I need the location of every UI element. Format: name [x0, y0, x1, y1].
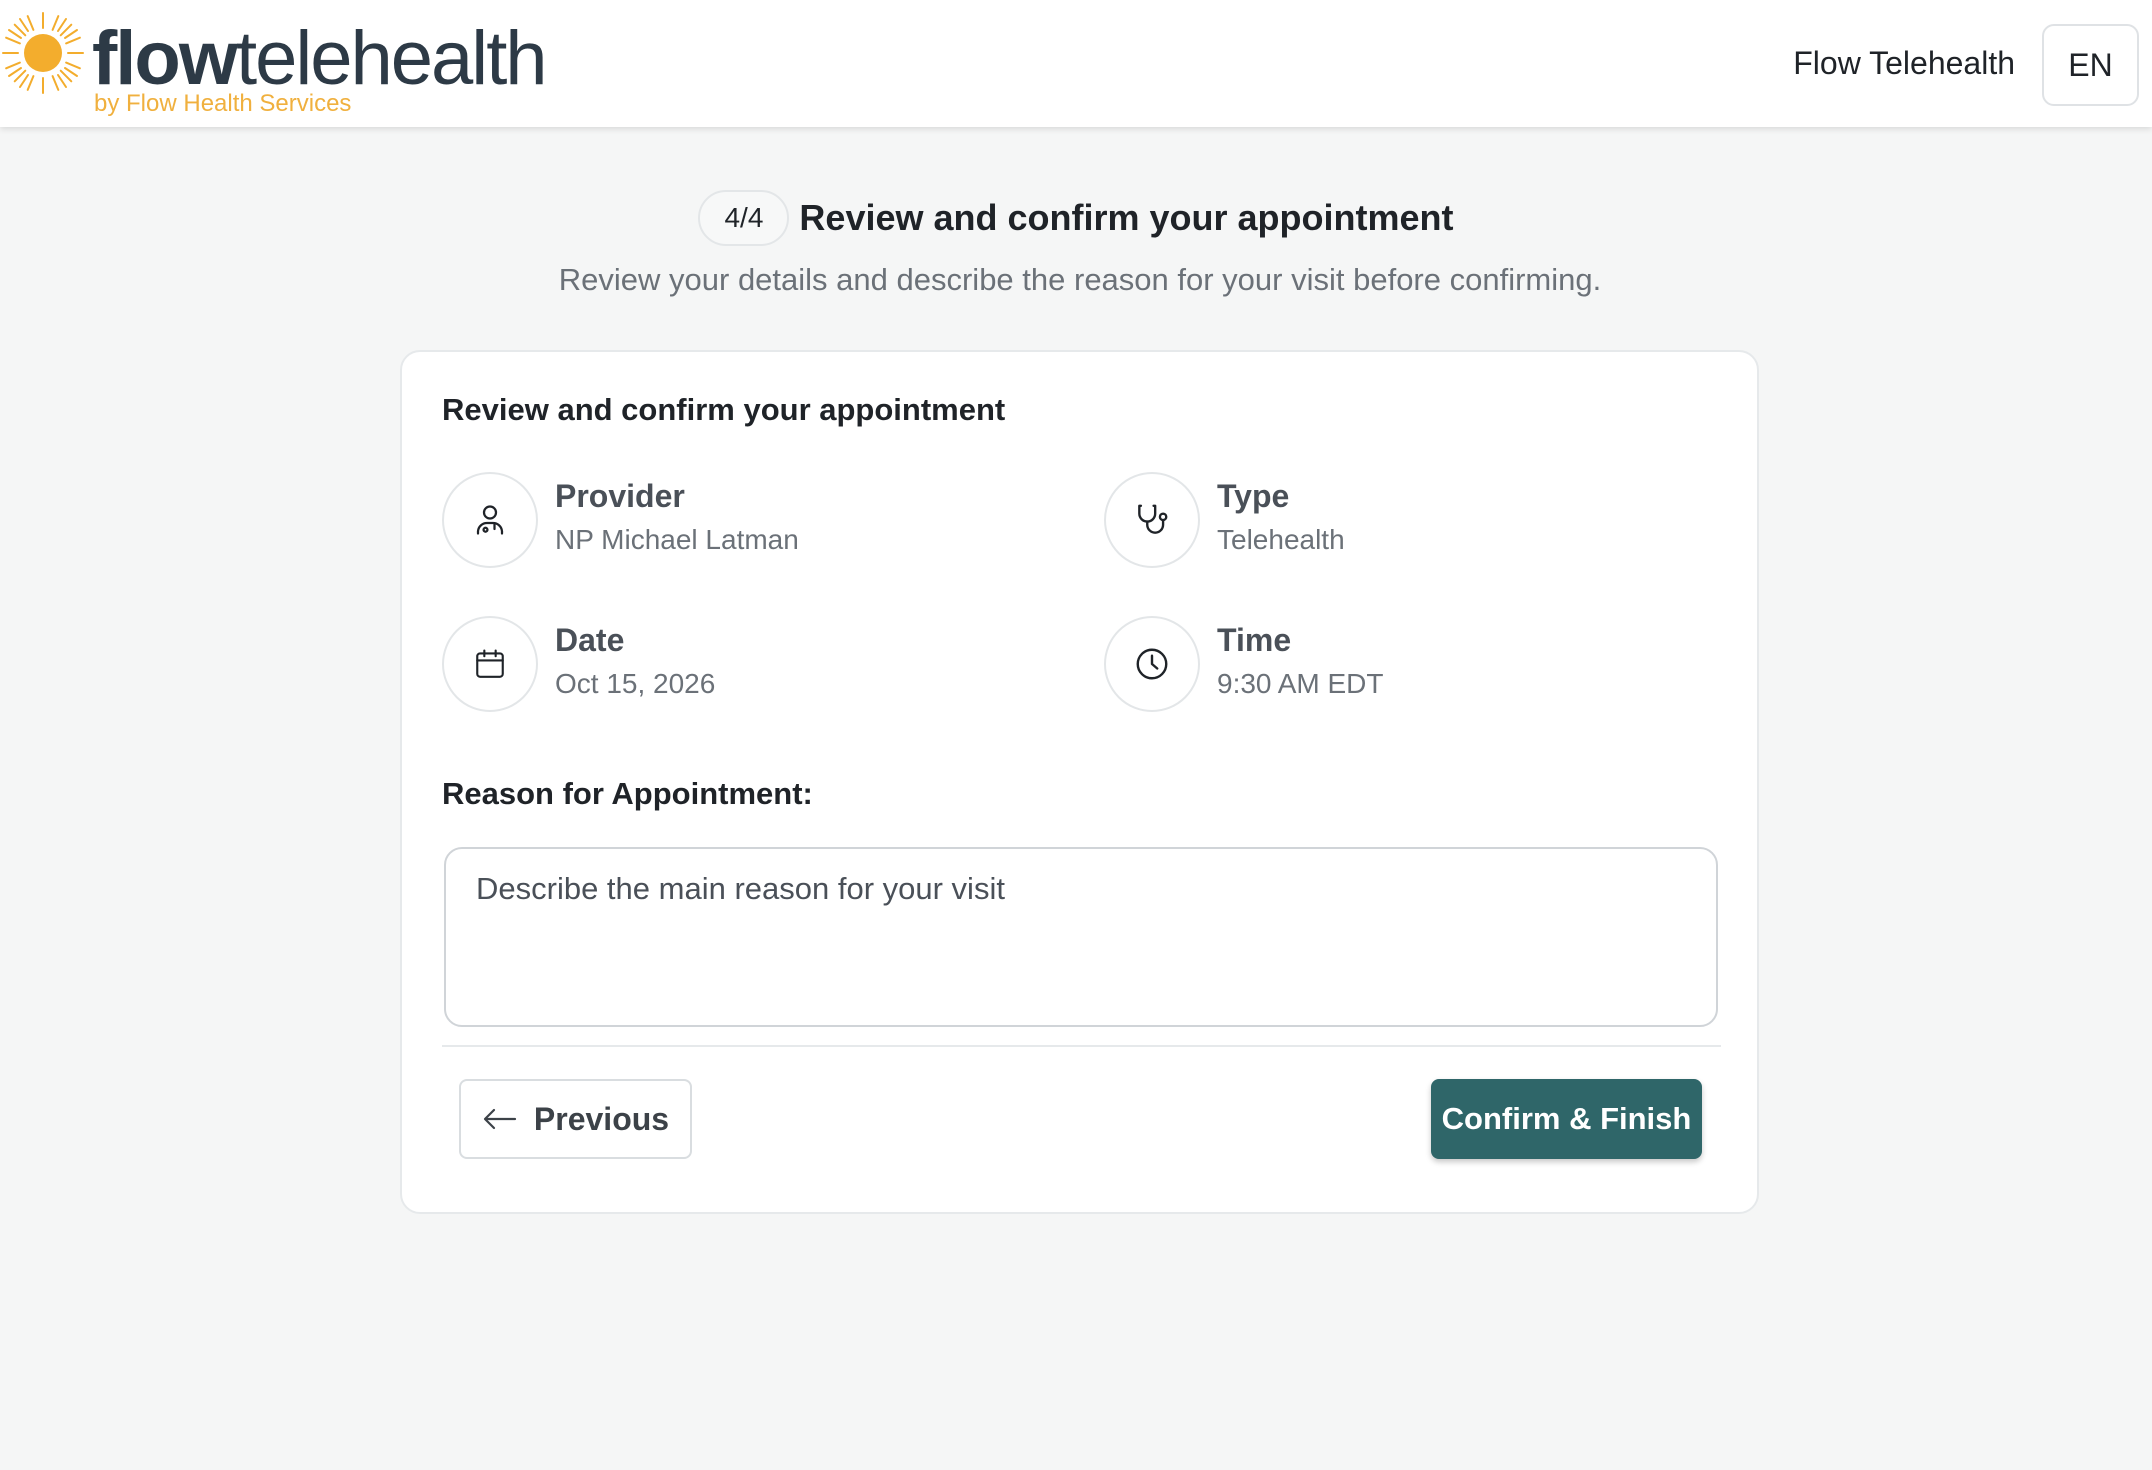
page-title: Review and confirm your appointment — [799, 197, 1454, 238]
provider-icon-circle — [442, 472, 538, 568]
step-indicator-badge: 4/4 — [698, 190, 790, 246]
calendar-icon — [476, 649, 504, 678]
time-value: 9:30 AM EDT — [1217, 668, 1384, 699]
type-label: Type — [1217, 478, 1290, 514]
clock-icon — [1136, 648, 1168, 680]
card-title: Review and confirm your appointment — [442, 392, 1006, 427]
provider-label: Provider — [555, 478, 685, 514]
provider-value: NP Michael Latman — [555, 524, 799, 555]
top-navigation-bar: flowtelehealth by Flow Health Services F… — [0, 0, 2152, 127]
sun-logo-icon — [2, 12, 84, 94]
date-value: Oct 15, 2026 — [555, 668, 716, 699]
previous-button[interactable]: Previous — [459, 1079, 692, 1159]
language-selector-button[interactable]: EN — [2042, 24, 2139, 106]
time-detail: Time 9:30 AM EDT — [1104, 616, 1664, 712]
brand-link[interactable]: Flow Telehealth — [1793, 43, 2015, 83]
type-icon-circle — [1104, 472, 1200, 568]
confirm-finish-button[interactable]: Confirm & Finish — [1431, 1079, 1702, 1159]
flow-telehealth-logo[interactable]: flowtelehealth by Flow Health Services — [0, 8, 600, 118]
time-icon-circle — [1104, 616, 1200, 712]
actions-divider — [442, 1045, 1721, 1047]
logo-word-telehealth: telehealth — [235, 16, 548, 101]
provider-detail: Provider NP Michael Latman — [442, 472, 1002, 568]
date-icon-circle — [442, 616, 538, 712]
doctor-icon — [476, 505, 504, 535]
stethoscope-icon — [1138, 504, 1168, 534]
date-detail: Date Oct 15, 2026 — [442, 616, 1002, 712]
arrow-left-icon — [483, 1108, 517, 1130]
appointment-review-card: Review and confirm your appointment Prov… — [400, 350, 1759, 1214]
page-subtitle: Review your details and describe the rea… — [558, 262, 1602, 297]
reason-label: Reason for Appointment: — [442, 776, 813, 811]
type-value: Telehealth — [1217, 524, 1345, 555]
logo-tagline: by Flow Health Services — [94, 90, 352, 117]
time-label: Time — [1217, 622, 1292, 658]
logo-word-flow: flow — [92, 16, 238, 101]
date-label: Date — [555, 622, 625, 658]
type-detail: Type Telehealth — [1104, 472, 1664, 568]
previous-button-label: Previous — [533, 1100, 670, 1137]
reason-textarea[interactable] — [444, 847, 1718, 1027]
step-heading: 4/4 Review and confirm your appointment — [0, 190, 2152, 246]
